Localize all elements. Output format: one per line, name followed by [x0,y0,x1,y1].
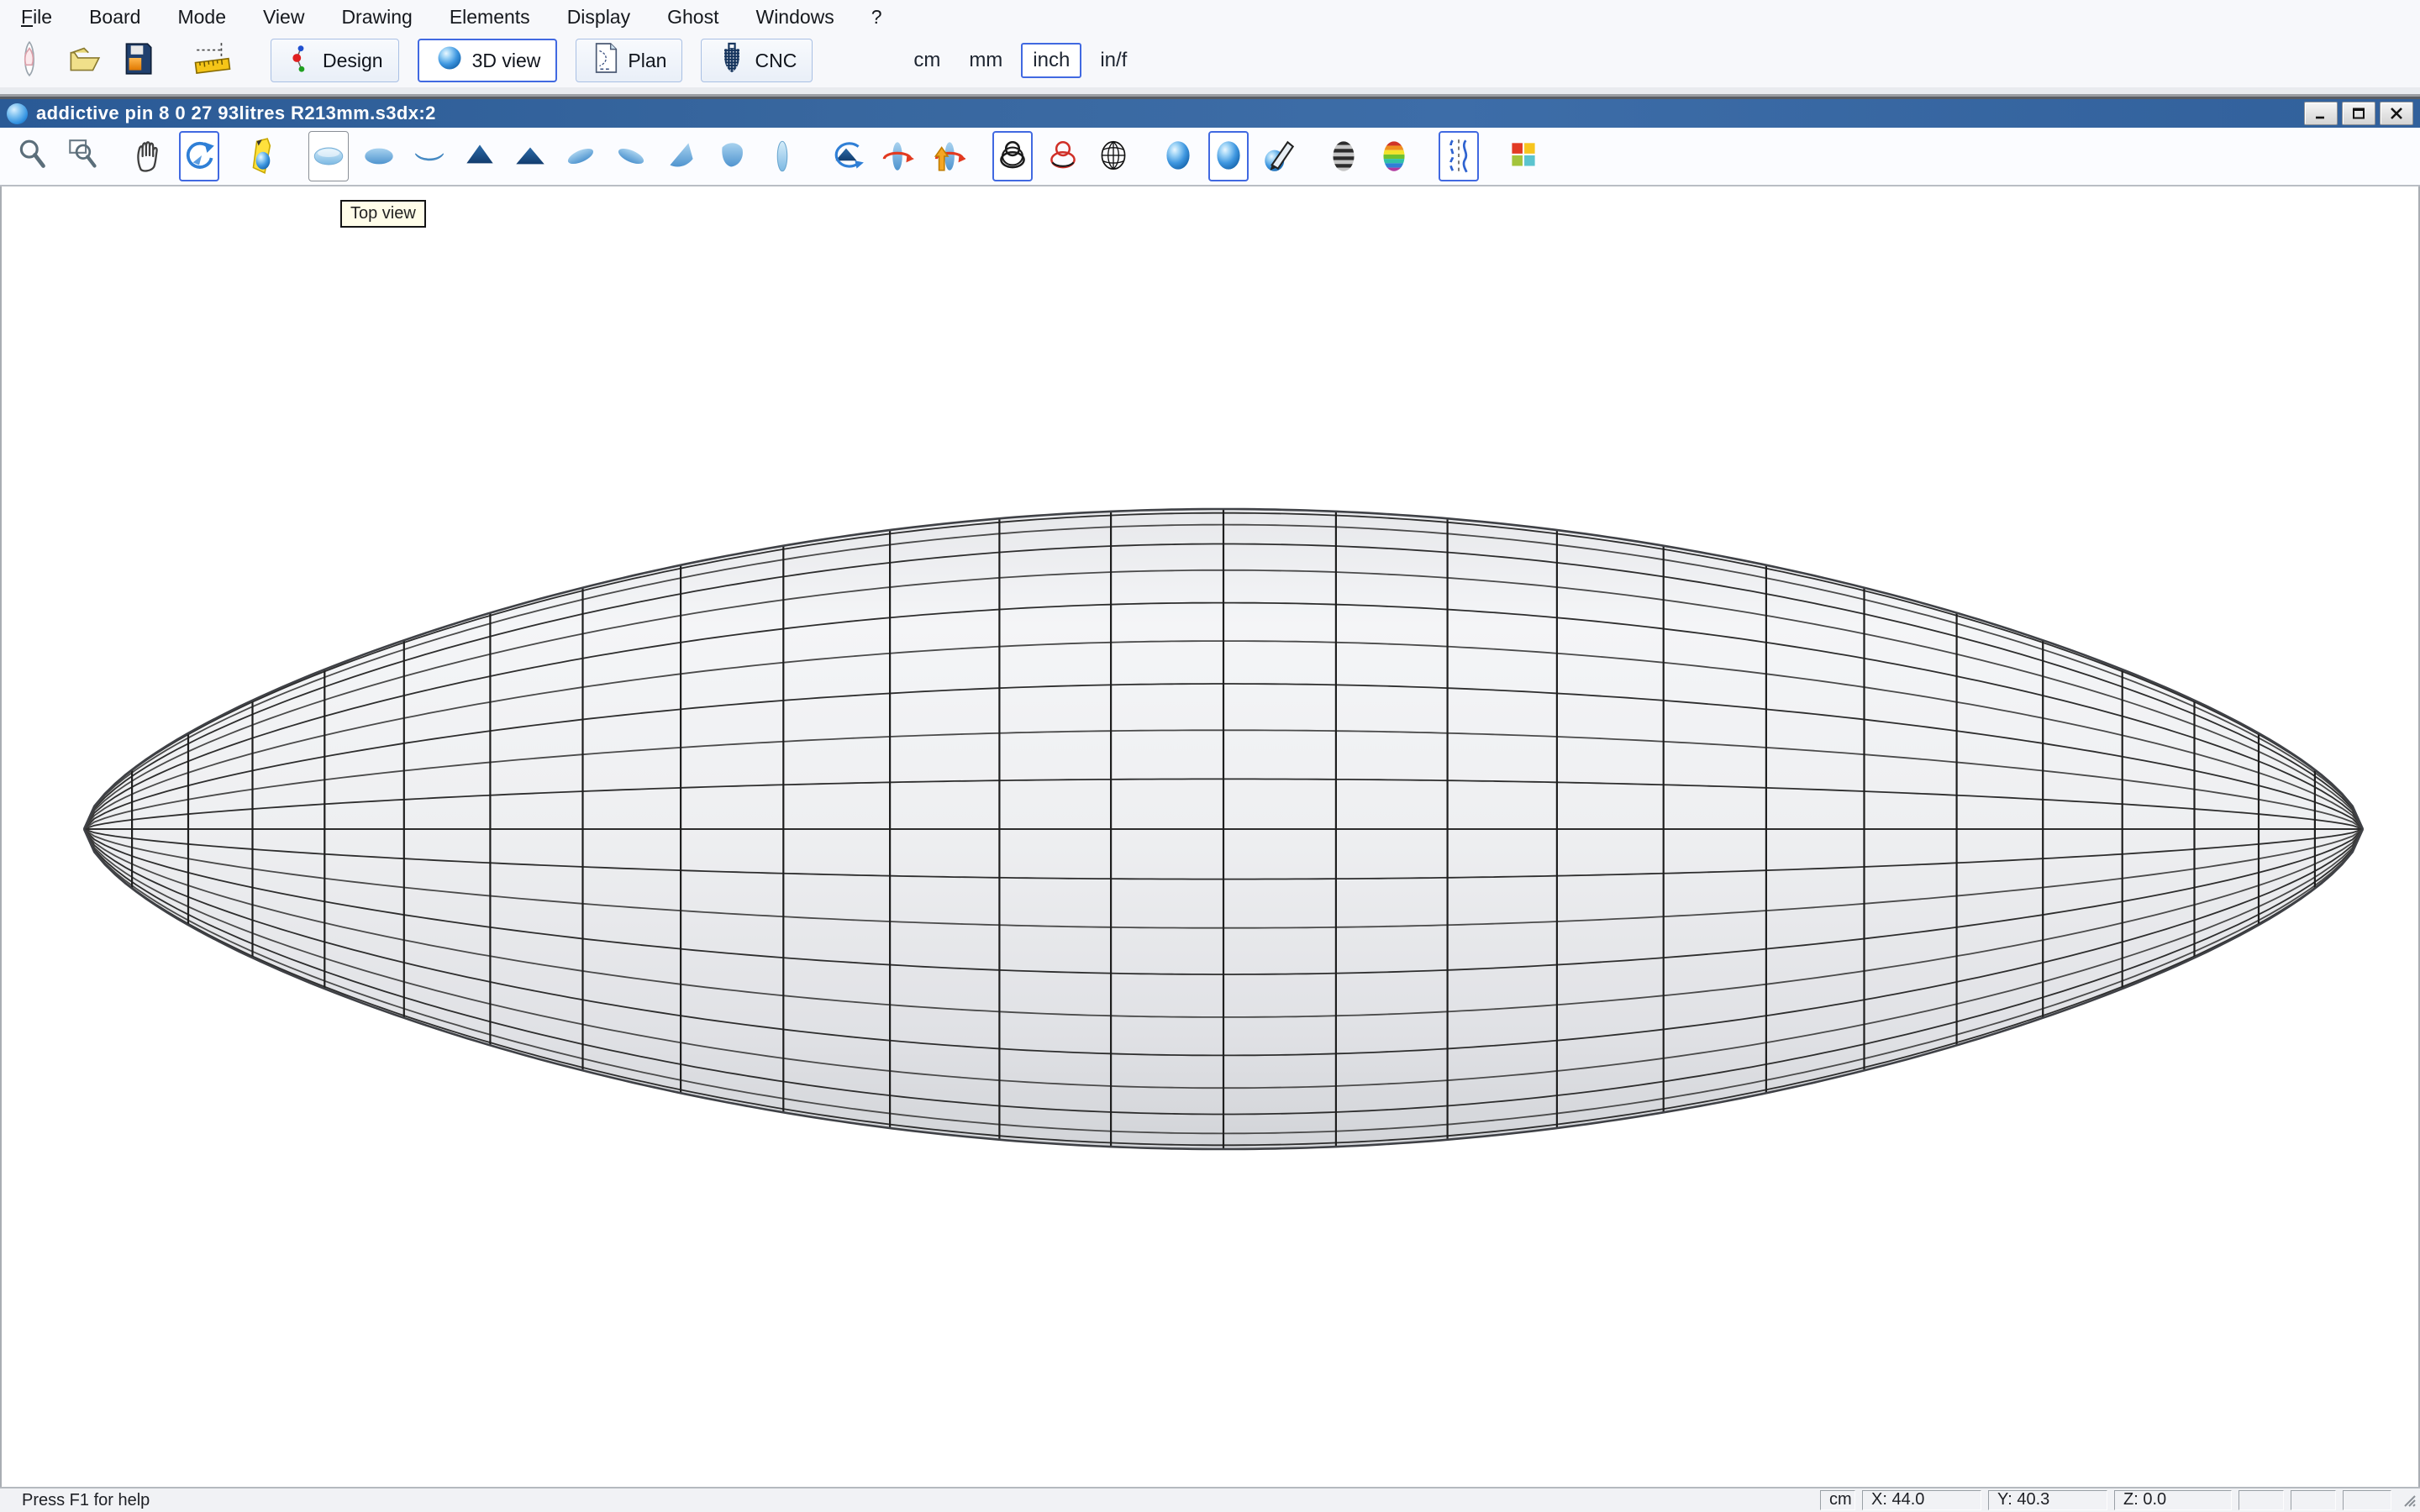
open-folder-icon [65,39,102,82]
shaded-current-view-icon[interactable] [1208,131,1249,181]
status-z-coord: Z: 0.0 [2114,1490,2232,1510]
document-titlebar[interactable]: addictive pin 8 0 27 93litres R213mm.s3d… [0,99,2420,128]
bottom-view-icon[interactable] [359,131,399,181]
wireframe-red-view-icon[interactable] [1043,131,1083,181]
unit-cm[interactable]: cm [903,45,950,76]
wireframe-view-icon[interactable] [992,131,1033,181]
view-toolbar [0,128,2420,186]
ruler-icon [192,39,233,82]
minimize-button[interactable] [2304,102,2338,125]
unit-inf[interactable]: in/f [1090,45,1137,76]
save-floppy-icon [118,39,155,82]
menu-item-mode[interactable]: Mode [168,6,235,29]
board-file-icon [7,103,28,124]
paint-design-icon[interactable] [1259,131,1299,181]
status-help-text: Press F1 for help [22,1491,1813,1510]
3d-view-mode-button[interactable]: 3D view [418,39,558,82]
tooltip: Top view [340,200,426,228]
close-button[interactable] [2380,102,2413,125]
menu-item-file[interactable]: File [12,6,61,29]
cnc-label: CNC [755,50,797,72]
rotate-3d-icon[interactable] [179,131,219,181]
status-bar: Press F1 for help cm X: 44.0 Y: 40.3 Z: … [0,1487,2420,1512]
maximize-button[interactable] [2342,102,2375,125]
menu-item-ghost[interactable]: Ghost [658,6,728,29]
status-empty-1 [2238,1490,2284,1510]
tail-view-icon[interactable] [510,131,550,181]
design-icon [287,41,315,80]
menu-item-drawing[interactable]: Drawing [332,6,421,29]
resize-grip-icon[interactable] [2400,1491,2417,1512]
document-title: addictive pin 8 0 27 93litres R213mm.s3d… [36,102,2300,124]
menu-item-help[interactable]: ? [862,6,892,29]
zoom-window-icon[interactable] [64,131,104,181]
perspective-view-1-icon[interactable] [560,131,601,181]
board-3d-model[interactable] [82,507,2365,1152]
menu-item-board[interactable]: Board [80,6,150,29]
save-button[interactable] [118,39,156,81]
color-tiles-icon[interactable] [1503,131,1544,181]
menu-item-view[interactable]: View [254,6,313,29]
flip-vertical-icon[interactable] [928,131,968,181]
mesh-view-icon[interactable] [1093,131,1134,181]
flow-lines-icon[interactable] [1439,131,1479,181]
rotate-nose-icon[interactable] [827,131,867,181]
design-label: Design [323,50,383,72]
menu-item-display[interactable]: Display [558,6,639,29]
zoom-icon[interactable] [13,131,54,181]
plan-mode-button[interactable]: Plan [576,39,682,82]
cnc-mode-button[interactable]: CNC [701,39,813,82]
perspective-view-2-icon[interactable] [611,131,651,181]
curvature-map-view-icon[interactable] [1374,131,1414,181]
status-empty-2 [2291,1490,2336,1510]
status-empty-3 [2343,1490,2391,1510]
plan-icon [592,41,620,80]
bevel-light [0,87,2420,94]
cnc-icon [717,40,747,81]
render-light-icon[interactable] [244,131,284,181]
menu-bar: File Board Mode View Drawing Elements Display G… [0,0,2420,34]
menu-item-windows[interactable]: Windows [746,6,843,29]
unit-inch[interactable]: inch [1021,43,1081,78]
measurements-button[interactable] [193,39,232,81]
3d-view-icon [434,43,465,78]
new-board-icon [11,39,48,82]
open-button[interactable] [64,39,103,81]
main-toolbar: Design 3D view Plan CNC cm mm inch in/f [0,34,2420,87]
viewport-3d[interactable]: Top view [0,186,2420,1487]
pan-hand-icon[interactable] [129,131,169,181]
shaded-view-icon[interactable] [1158,131,1198,181]
nose-view-icon[interactable] [460,131,500,181]
top-view-icon[interactable] [308,131,349,181]
menu-item-elements[interactable]: Elements [440,6,539,29]
3d-view-label: 3D view [472,50,541,72]
units-group: cm mm inch in/f [903,43,1145,78]
status-y-coord: Y: 40.3 [1988,1490,2107,1510]
plan-label: Plan [628,50,666,72]
unit-mm[interactable]: mm [959,45,1013,76]
shadow-bands-view-icon[interactable] [1323,131,1364,181]
status-x-coord: X: 44.0 [1862,1490,1981,1510]
perspective-view-4-icon[interactable] [712,131,752,181]
spin-horizontal-icon[interactable] [877,131,918,181]
perspective-view-3-icon[interactable] [661,131,702,181]
new-board-button[interactable] [10,39,49,81]
side-view-icon[interactable] [762,131,802,181]
design-mode-button[interactable]: Design [271,39,399,82]
rocker-view-icon[interactable] [409,131,450,181]
status-unit: cm [1820,1490,1855,1510]
